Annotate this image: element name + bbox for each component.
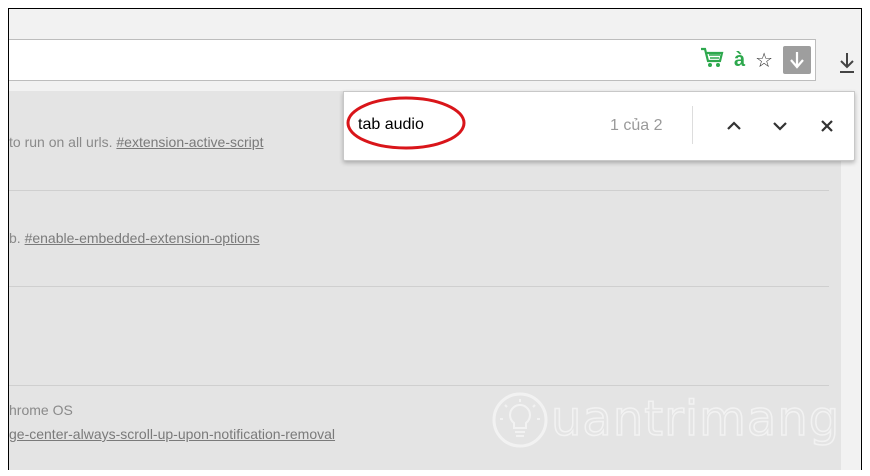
find-input[interactable] bbox=[358, 116, 588, 134]
flag-description: to run on all urls. bbox=[9, 134, 117, 150]
omnibox-icons: à ☆ bbox=[700, 46, 811, 74]
row-divider bbox=[9, 286, 829, 287]
shopping-cart-icon[interactable] bbox=[700, 47, 724, 73]
find-next-button[interactable] bbox=[765, 112, 795, 140]
flag-row-4-title: hrome OS bbox=[9, 402, 73, 418]
find-close-button[interactable] bbox=[812, 112, 842, 140]
find-match-count: 1 của 2 bbox=[610, 117, 663, 134]
watermark-logo: uantrimang bbox=[491, 385, 851, 465]
find-previous-button[interactable] bbox=[719, 112, 749, 140]
chevron-down-icon bbox=[773, 122, 787, 131]
download-icon[interactable] bbox=[838, 51, 856, 75]
find-separator bbox=[692, 106, 693, 144]
close-icon bbox=[821, 120, 833, 132]
row-divider bbox=[9, 190, 829, 191]
download-arrow-icon[interactable] bbox=[783, 46, 811, 74]
flag-description: b. bbox=[9, 230, 25, 246]
flag-link[interactable]: #extension-active-script bbox=[116, 134, 263, 150]
flag-row-2: b. #enable-embedded-extension-options bbox=[9, 230, 260, 246]
browser-window: à ☆ to run on all urls. #extension-activ… bbox=[8, 8, 862, 470]
find-bar: 1 của 2 bbox=[343, 91, 855, 161]
flag-link[interactable]: ge-center-always-scroll-up-upon-notifica… bbox=[9, 426, 335, 442]
flag-row-1: to run on all urls. #extension-active-sc… bbox=[9, 134, 263, 150]
flag-link[interactable]: #enable-embedded-extension-options bbox=[25, 230, 260, 246]
watermark-text: uantrimang bbox=[550, 390, 841, 448]
browser-toolbar: à ☆ bbox=[9, 9, 861, 91]
star-icon[interactable]: ☆ bbox=[755, 48, 773, 73]
chevron-up-icon bbox=[727, 121, 741, 130]
flag-row-4: ge-center-always-scroll-up-upon-notifica… bbox=[9, 426, 335, 442]
a-grave-icon[interactable]: à bbox=[734, 49, 745, 72]
address-bar[interactable]: à ☆ bbox=[9, 39, 816, 81]
lightbulb-icon bbox=[492, 392, 548, 448]
